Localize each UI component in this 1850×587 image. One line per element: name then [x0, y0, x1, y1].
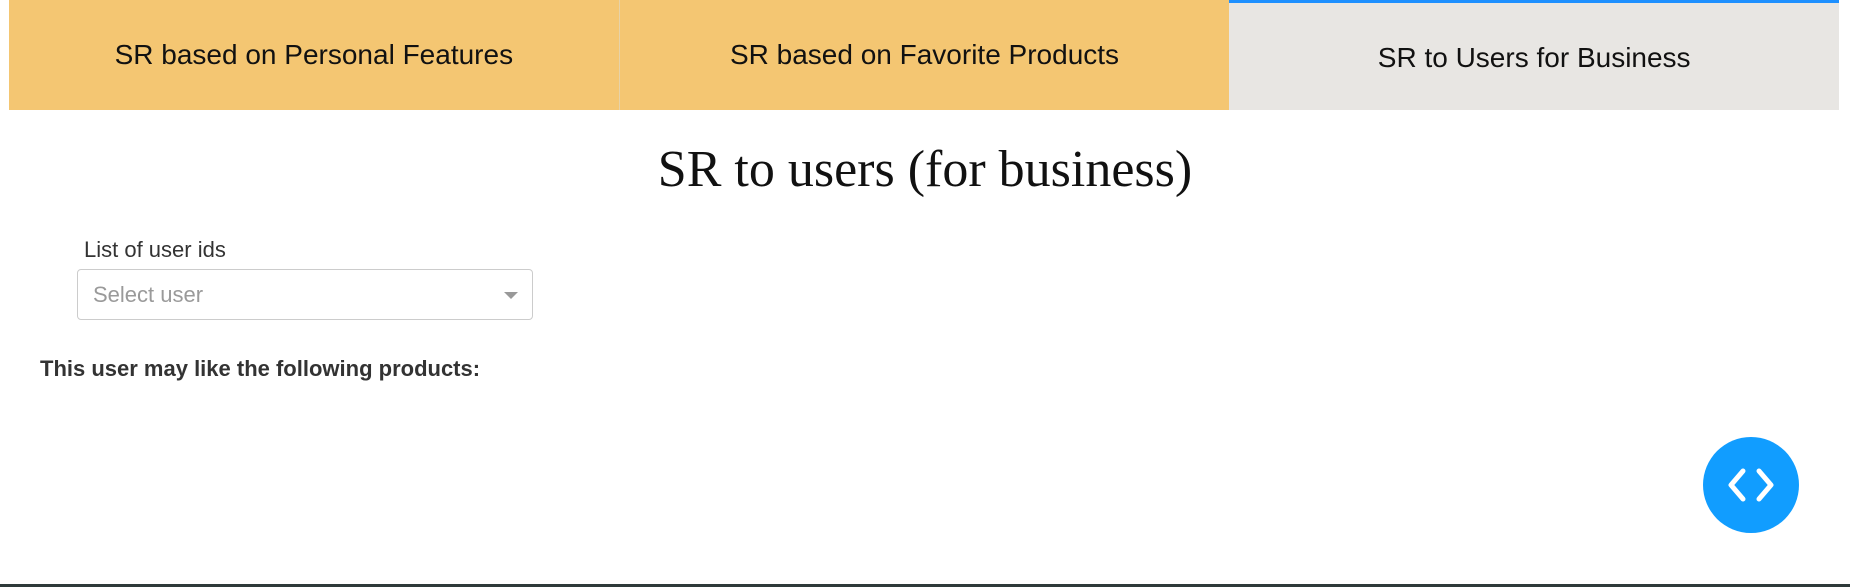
recommendations-heading: This user may like the following product… — [40, 356, 481, 381]
user-select-placeholder: Select user — [93, 282, 204, 307]
user-select-label: List of user ids — [84, 237, 226, 262]
tab-personal-features[interactable]: SR based on Personal Features — [9, 0, 619, 110]
tab-label: SR to Users for Business — [1377, 42, 1691, 73]
tab-label: SR based on Favorite Products — [729, 39, 1120, 70]
tab-favorite-products[interactable]: SR based on Favorite Products — [618, 0, 1230, 110]
user-select-dropdown[interactable]: Select user — [77, 269, 533, 320]
tab-bar: SR based on Personal Features SR based o… — [9, 0, 1840, 110]
tab-users-for-business[interactable]: SR to Users for Business — [1229, 0, 1840, 110]
chevron-down-icon[interactable] — [504, 292, 518, 299]
code-icon — [1728, 468, 1774, 502]
page-title: SR to users (for business) — [657, 141, 1193, 198]
debug-menu-button[interactable] — [1703, 437, 1799, 533]
tab-label: SR based on Personal Features — [114, 39, 514, 70]
